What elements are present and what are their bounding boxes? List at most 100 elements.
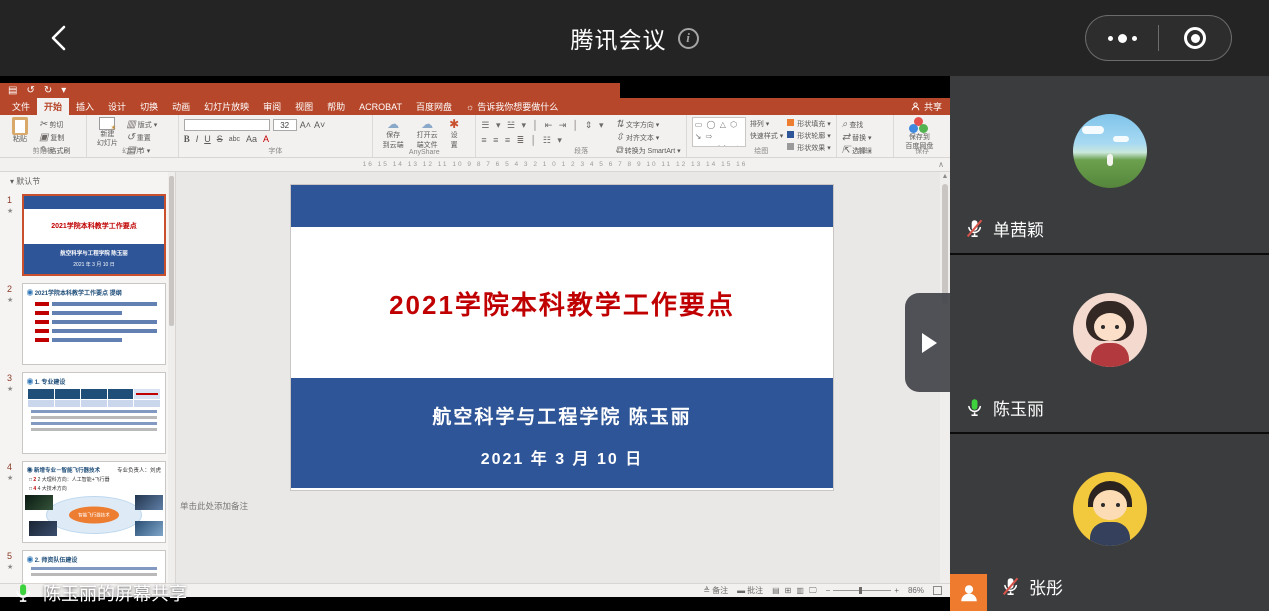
outline-swatch: [787, 131, 794, 138]
arrange-button[interactable]: 排列 ▾: [750, 119, 783, 129]
undo-icon[interactable]: ↺: [26, 86, 34, 96]
participants-sidebar: 单茜颖 陈玉丽: [950, 76, 1269, 611]
tab-help[interactable]: 帮助: [320, 98, 352, 115]
slide-title[interactable]: 2021学院本科教学工作要点: [291, 285, 833, 322]
thumb3-table: [28, 389, 160, 407]
fill-swatch: [787, 119, 794, 126]
anyshare-settings-button[interactable]: ✱设置: [446, 117, 462, 150]
info-icon[interactable]: i: [678, 28, 699, 49]
underline-button[interactable]: U: [204, 134, 211, 144]
zoom-level[interactable]: 86%: [908, 586, 924, 595]
slide-thumbnail-3[interactable]: ◉ 1. 专业建设: [22, 372, 166, 454]
tell-me-box[interactable]: ☼告诉我你想要做什么: [459, 98, 565, 115]
redo-icon[interactable]: ↻: [44, 86, 52, 96]
copy-button[interactable]: ▣ 复制: [39, 132, 70, 143]
open-cloud-file-button[interactable]: ☁打开云端文件: [412, 117, 442, 150]
grow-font-button[interactable]: A˄: [300, 120, 311, 130]
group-slides: 新建幻灯片 ▥ 版式 ▾ ↺ 重置 ▤ 节 ▾ 幻灯片: [87, 115, 178, 157]
group-editing: ⌕ 查找 ⇄ 替换 ▾ ⇱ 选择 ▾ 编辑: [837, 115, 895, 157]
font-name-box[interactable]: [184, 119, 270, 131]
screen-share-area: ▤ ↺ ↻ ▾ 文件 开始 插入 设计 切换 动画 幻灯片放映 审阅 视图 帮助…: [0, 76, 950, 611]
thumbnail-wrap-3: 3 ★ ◉ 1. 专业建设: [22, 372, 165, 454]
thumbnail-scrollbar[interactable]: [168, 172, 175, 583]
save-to-cloud-button[interactable]: ☁保存到云端: [378, 117, 408, 150]
group-save: 保存到百度网盘 保存: [894, 115, 950, 157]
play-arrow-icon: [922, 333, 937, 353]
slide-date: 2021 年 3 月 10 日: [291, 445, 833, 469]
font-size-box[interactable]: 32: [273, 119, 297, 131]
group-drawing: ▭ ◯ △ ⬡ ↘ ⇨□ ◇ ⟋ ⟍ ☆ ⇦ 排列 ▾ 快速样式 ▾ 形状填充 …: [687, 115, 837, 157]
expand-videos-handle[interactable]: [905, 293, 950, 392]
case-button[interactable]: Aa: [246, 134, 257, 144]
tab-view[interactable]: 视图: [288, 98, 320, 115]
reading-view-button[interactable]: ▥: [796, 586, 804, 596]
main-slide[interactable]: 2021学院本科教学工作要点 航空科学与工程学院 陈玉丽 2021 年 3 月 …: [291, 185, 833, 490]
text-direction-button[interactable]: ⇅ 文字方向 ▾: [615, 119, 680, 130]
tab-animations[interactable]: 动画: [165, 98, 197, 115]
scroll-up-icon[interactable]: ▲: [942, 172, 949, 182]
italic-button[interactable]: I: [196, 134, 199, 144]
slide-thumbnail-5[interactable]: ◉ 2. 师资队伍建设: [22, 550, 166, 583]
fit-slide-icon[interactable]: [933, 586, 942, 595]
qat-customize-icon[interactable]: ▾: [61, 86, 66, 96]
paste-button[interactable]: 粘贴: [5, 117, 35, 144]
notes-placeholder[interactable]: 单击此处添加备注: [180, 500, 248, 512]
tab-insert[interactable]: 插入: [69, 98, 101, 115]
align-text-button[interactable]: ⇳ 对齐文本 ▾: [615, 132, 680, 143]
zoom-slider[interactable]: − +: [826, 586, 899, 595]
replace-button[interactable]: ⇄ 替换 ▾: [842, 132, 872, 143]
participant-tile-2[interactable]: 陈玉丽: [950, 255, 1269, 432]
ppt-titlebar-row: ▤ ↺ ↻ ▾: [0, 83, 950, 98]
slide-thumbnail-1[interactable]: 2021学院本科教学工作要点 航空科学与工程学院 陈玉丽 2021 年 3 月 …: [22, 194, 166, 276]
slide-bottom-band: 航空科学与工程学院 陈玉丽 2021 年 3 月 10 日: [291, 378, 833, 488]
app-title: 腾讯会议: [571, 21, 667, 55]
comments-toggle[interactable]: ▬ 批注: [737, 585, 763, 596]
notes-toggle[interactable]: ≜ 备注: [703, 585, 728, 596]
shape-fill-button[interactable]: 形状填充 ▾: [787, 119, 830, 129]
font-color-button[interactable]: A: [263, 134, 269, 144]
member-view-badge[interactable]: [950, 574, 987, 611]
tab-transitions[interactable]: 切换: [133, 98, 165, 115]
slideshow-button[interactable]: 🖵: [809, 586, 817, 596]
collapse-ribbon-icon[interactable]: ∧: [938, 160, 944, 169]
slide-thumbnail-4[interactable]: ◉ 新增专业－智能飞行器技术专业负责人：刘虎 □ 2 2 大理科方向：人工智能+…: [22, 461, 166, 543]
tab-review[interactable]: 审阅: [256, 98, 288, 115]
ppt-share-button[interactable]: 共享: [911, 98, 942, 115]
tab-file[interactable]: 文件: [5, 98, 37, 115]
record-close-button[interactable]: [1159, 16, 1231, 60]
tab-design[interactable]: 设计: [101, 98, 133, 115]
thumb1-bottom-band: 航空科学与工程学院 陈玉丽 2021 年 3 月 10 日: [24, 244, 164, 274]
list-buttons-row[interactable]: ☰ ▾ ☱ ▾ │ ⇤ ⇥ │ ⇕ ▾: [481, 120, 605, 131]
normal-view-button[interactable]: ▤: [772, 586, 780, 596]
find-button[interactable]: ⌕ 查找: [842, 119, 872, 130]
clear-format-button[interactable]: abc: [229, 136, 240, 143]
avatar: [1073, 114, 1147, 188]
participant-tile-1[interactable]: 单茜颖: [950, 76, 1269, 253]
tab-baidu-netdisk[interactable]: 百度网盘: [409, 98, 459, 115]
sorter-view-button[interactable]: ⊞: [785, 586, 792, 596]
zoom-out-icon[interactable]: −: [826, 586, 831, 595]
reset-button[interactable]: ↺ 重置: [126, 132, 157, 143]
participant-tile-3[interactable]: 张彤: [950, 434, 1269, 611]
shapes-gallery[interactable]: ▭ ◯ △ ⬡ ↘ ⇨□ ◇ ⟋ ⟍ ☆ ⇦: [692, 117, 746, 147]
new-slide-button[interactable]: 新建幻灯片: [92, 117, 122, 149]
cut-button[interactable]: ✂ 剪切: [39, 119, 70, 130]
section-header[interactable]: ▾ 默认节: [0, 172, 175, 187]
shape-outline-button[interactable]: 形状轮廓 ▾: [787, 131, 830, 141]
slide-thumbnail-2[interactable]: ◉ 2021学院本科教学工作要点 提纲: [22, 283, 166, 365]
bold-button[interactable]: B: [184, 134, 190, 144]
strikethrough-button[interactable]: S: [217, 134, 223, 144]
tab-acrobat[interactable]: ACROBAT: [352, 98, 409, 115]
tab-slideshow[interactable]: 幻灯片放映: [197, 98, 256, 115]
tab-home[interactable]: 开始: [37, 98, 69, 115]
quick-styles-button[interactable]: 快速样式 ▾: [750, 131, 783, 141]
align-buttons-row[interactable]: ≡ ≡ ≡ ≣ │ ☷ ▾: [481, 135, 605, 146]
zoom-in-icon[interactable]: +: [894, 586, 899, 595]
layout-button[interactable]: ▥ 版式 ▾: [126, 119, 157, 130]
scrollbar-thumb[interactable]: [942, 184, 948, 304]
cloud-icon: ☁: [421, 117, 433, 131]
save-icon[interactable]: ▤: [8, 86, 17, 96]
shrink-font-button[interactable]: A˅: [314, 120, 325, 130]
more-options-button[interactable]: [1086, 16, 1158, 60]
miniprogram-capsule: [1085, 15, 1232, 61]
